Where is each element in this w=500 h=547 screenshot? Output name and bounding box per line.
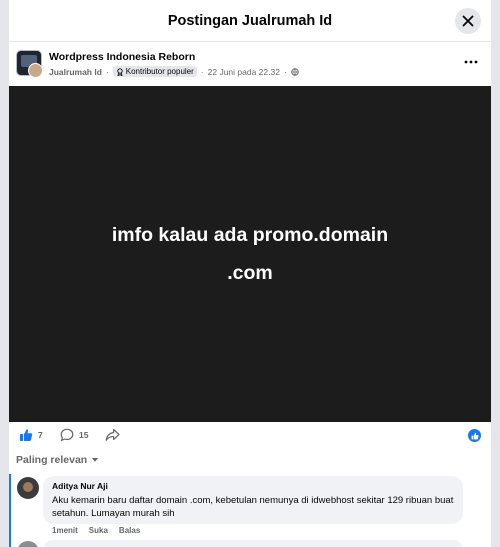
comment-time[interactable]: 1menit — [52, 526, 78, 535]
comment-like-button[interactable]: Suka — [89, 526, 108, 535]
comment-bubble — [43, 540, 463, 547]
globe-icon — [291, 67, 299, 76]
sort-label: Paling relevan — [16, 454, 88, 466]
commenter-avatar[interactable] — [17, 541, 39, 547]
dialog-title: Postingan Jualrumah Id — [167, 12, 333, 29]
thread-line — [9, 474, 11, 547]
share-icon — [105, 428, 120, 441]
dialog-header: Postingan Jualrumah Id — [9, 0, 491, 42]
post-meta: Jualrumah Id · Kontributor populer · 22 … — [49, 66, 299, 77]
reaction-summary-icon[interactable] — [468, 429, 481, 442]
caret-down-icon — [92, 458, 99, 462]
badge-label: Kontributor populer — [125, 67, 194, 76]
meta-separator: · — [200, 66, 204, 77]
post-timestamp[interactable]: 22 Juni pada 22.32 — [208, 67, 280, 77]
comment-actions: 1menit Suka Balas — [52, 526, 151, 535]
author-link[interactable]: Jualrumah Id — [49, 67, 102, 77]
backdrop-left — [0, 0, 9, 547]
like-count: 7 — [38, 430, 43, 440]
comment-icon — [60, 428, 74, 442]
comment-reply-button[interactable]: Balas — [119, 526, 140, 535]
share-button[interactable] — [105, 428, 120, 442]
backdrop-right — [491, 0, 500, 547]
more-horizontal-icon — [464, 60, 478, 64]
post-header: Wordpress Indonesia Reborn Jualrumah Id … — [9, 42, 491, 84]
comment-sort-dropdown[interactable]: Paling relevan — [16, 454, 99, 466]
comment-count: 15 — [79, 430, 89, 440]
post-text-card[interactable]: imfo kalau ada promo.domain .com — [9, 86, 491, 422]
post-text-line: .com — [227, 262, 273, 284]
comment-bubble: Aditya Nur Aji Aku kemarin baru daftar d… — [43, 476, 463, 524]
like-reaction-icon — [471, 432, 479, 439]
comment-item — [9, 539, 491, 547]
meta-separator: · — [105, 66, 109, 77]
like-button[interactable]: 7 — [19, 428, 43, 442]
badge-icon — [117, 67, 123, 76]
group-name-link[interactable]: Wordpress Indonesia Reborn — [49, 51, 195, 63]
post-dialog: Postingan Jualrumah Id Wordpress Indones… — [9, 0, 491, 547]
post-actions: 7 15 — [9, 422, 491, 450]
meta-separator: · — [283, 66, 287, 77]
comment-button[interactable]: 15 — [60, 428, 88, 442]
comment-item: Aditya Nur Aji Aku kemarin baru daftar d… — [9, 474, 491, 547]
contributor-badge: Kontributor populer — [112, 66, 197, 77]
close-icon — [462, 15, 474, 27]
commenter-avatar[interactable] — [17, 477, 39, 499]
close-button[interactable] — [455, 8, 481, 34]
thumbs-up-icon — [20, 429, 33, 441]
post-text-line: imfo kalau ada promo.domain — [111, 224, 389, 246]
commenter-name[interactable]: Aditya Nur Aji — [52, 481, 454, 491]
more-options-button[interactable] — [463, 54, 479, 70]
comment-text: Aku kemarin baru daftar domain .com, keb… — [52, 495, 454, 519]
author-avatar[interactable] — [28, 63, 43, 78]
